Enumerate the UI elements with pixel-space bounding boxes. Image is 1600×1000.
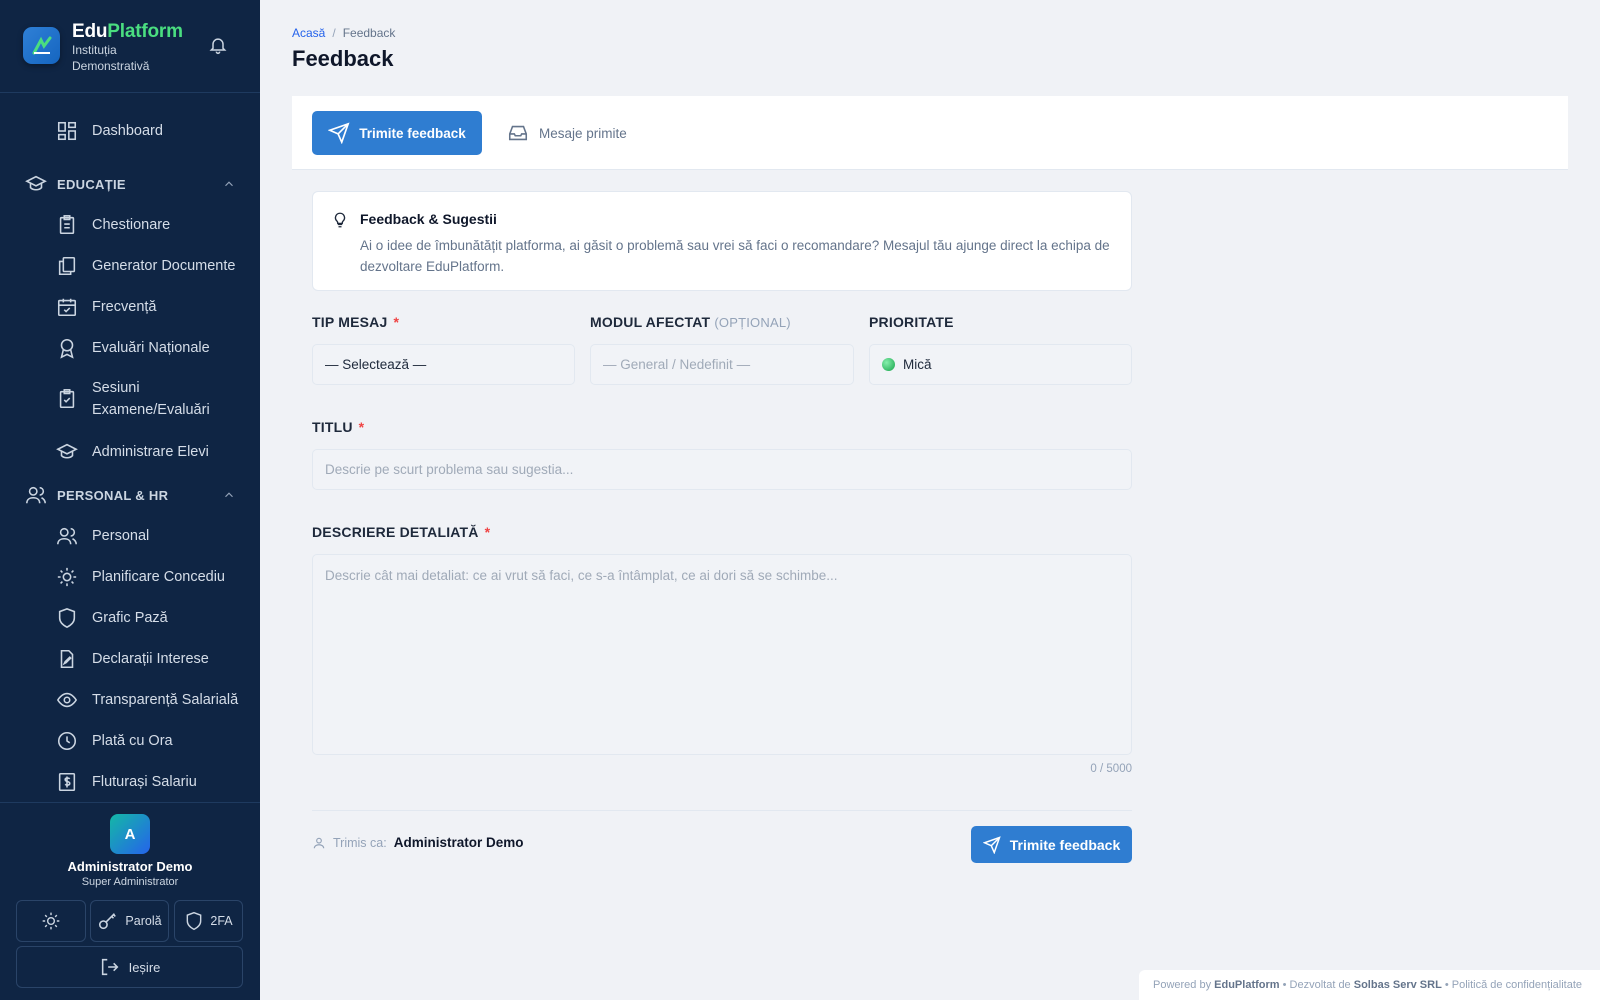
breadcrumb-separator: / <box>332 26 336 40</box>
lightbulb-icon <box>334 212 346 228</box>
breadcrumb: Acasă / Feedback <box>292 26 395 40</box>
chevron-up-icon <box>225 181 233 187</box>
two-factor-button[interactable]: 2FA <box>174 900 243 942</box>
divider <box>312 810 1132 811</box>
institution-name: Instituția Demonstrativă <box>72 43 150 73</box>
title-label: TITLU * <box>312 419 365 435</box>
logout-icon <box>101 958 119 976</box>
sidebar-section-educatie[interactable]: EDUCAȚIE <box>24 172 236 196</box>
tab-send-feedback[interactable]: Trimite feedback <box>312 111 482 155</box>
module-label: MODUL AFECTAT (OPȚIONAL) <box>590 314 791 330</box>
sun-icon <box>55 565 79 589</box>
sender-name: Administrator Demo <box>393 835 524 850</box>
shield-icon <box>187 911 202 931</box>
title-input[interactable]: Descrie pe scurt problema sau sugestia..… <box>312 449 1132 490</box>
description-label: DESCRIERE DETALIATĂ * <box>312 524 491 540</box>
eye-icon <box>55 688 79 712</box>
info-card: Feedback & Sugestii Ai o idee de îmbunăt… <box>312 191 1132 291</box>
tab-inbox[interactable]: Mesaje primite <box>506 111 627 155</box>
sidebar-item-fluturasi-salariu[interactable]: Fluturași Salariu <box>55 770 197 794</box>
send-icon <box>982 835 1001 854</box>
module-select[interactable]: — General / Nedefinit — <box>590 344 854 385</box>
clipboard-list-icon <box>55 213 79 237</box>
shield-icon <box>55 606 79 630</box>
breadcrumb-current: Feedback <box>342 26 396 40</box>
documents-icon <box>55 254 79 278</box>
priority-select[interactable]: Mică <box>869 344 1132 385</box>
logo-icon <box>23 27 60 64</box>
bell-icon[interactable] <box>208 35 228 55</box>
chevron-up-icon <box>225 492 233 498</box>
sidebar-item-plata-cu-ora[interactable]: Plată cu Ora <box>55 729 173 753</box>
clock-icon <box>55 729 79 753</box>
sidebar-section-personal-hr[interactable]: PERSONAL & HR <box>24 483 236 507</box>
sidebar-item-transparenta-salariala[interactable]: Transparență Salarială <box>55 688 238 712</box>
description-textarea[interactable]: Descrie cât mai detaliat: ce ai vrut să … <box>312 554 1132 755</box>
sidebar-item-personal[interactable]: Personal <box>55 524 149 548</box>
sent-as: Trimis ca: Administrator Demo <box>312 835 523 850</box>
users-icon <box>24 483 48 507</box>
message-type-label: TIP MESAJ * <box>312 314 400 330</box>
privacy-link[interactable]: • Politică de confidențialitate <box>1445 979 1582 991</box>
priority-label: PRIORITATE <box>869 314 954 330</box>
sidebar-item-dashboard[interactable]: Dashboard <box>55 119 163 143</box>
calendar-check-icon <box>55 295 79 319</box>
change-password-button[interactable]: Parolă <box>90 900 169 942</box>
dashboard-icon <box>55 119 79 143</box>
message-type-select[interactable]: — Selectează — <box>312 344 575 385</box>
logout-button[interactable]: Ieșire <box>16 946 243 988</box>
submit-feedback-button[interactable]: Trimite feedback <box>971 826 1132 863</box>
user-role: Super Administrator <box>81 876 179 888</box>
key-icon <box>99 913 117 930</box>
sidebar-item-grafic-paza[interactable]: Grafic Pază <box>55 606 168 630</box>
character-counter: 0 / 5000 <box>1090 763 1132 775</box>
brand-name: EduPlatform <box>72 21 183 42</box>
sidebar: EduPlatform Instituția Demonstrativă Das… <box>0 0 260 1000</box>
theme-toggle-button[interactable] <box>16 900 86 942</box>
sidebar-item-generator-documente[interactable]: Generator Documente <box>55 254 235 278</box>
graduation-cap-icon <box>55 440 79 464</box>
breadcrumb-home-link[interactable]: Acasă <box>292 26 325 40</box>
tab-bar: Trimite feedback Mesaje primite <box>292 96 1568 170</box>
info-text: Ai o idee de îmbunătățit platforma, ai g… <box>360 238 1110 274</box>
footer-company-link[interactable]: Solbas Serv SRL <box>1354 979 1442 991</box>
receipt-dollar-icon <box>55 770 79 794</box>
users-icon <box>55 524 79 548</box>
priority-dot-icon <box>882 358 895 371</box>
sidebar-item-administrare-elevi[interactable]: Administrare Elevi <box>55 440 209 464</box>
sidebar-item-evaluari-nationale[interactable]: Evaluări Naționale <box>55 336 210 360</box>
file-edit-icon <box>55 647 79 671</box>
sidebar-item-planificare-concediu[interactable]: Planificare Concediu <box>55 565 225 589</box>
clipboard-check-icon <box>55 387 79 411</box>
info-title: Feedback & Sugestii <box>360 211 497 227</box>
sidebar-item-label: Dashboard <box>92 123 163 139</box>
inbox-icon <box>508 125 528 141</box>
sidebar-item-chestionare[interactable]: Chestionare <box>55 213 170 237</box>
send-icon <box>328 122 350 144</box>
brand-header: EduPlatform Instituția Demonstrativă <box>0 0 260 93</box>
award-icon <box>55 336 79 360</box>
sidebar-item-frecventa[interactable]: Frecvență <box>55 295 156 319</box>
sidebar-item-sesiuni-examene[interactable]: Sesiuni Examene/Evaluări <box>55 377 235 421</box>
graduation-cap-icon <box>24 172 48 196</box>
sidebar-item-declaratii-interese[interactable]: Declarații Interese <box>55 647 209 671</box>
user-name: Administrator Demo <box>67 859 193 874</box>
sun-icon <box>42 912 60 930</box>
avatar[interactable]: A <box>110 814 150 854</box>
user-icon <box>313 837 325 848</box>
footer: Powered by EduPlatform • Dezvoltat de So… <box>1139 970 1600 1000</box>
page-title: Feedback <box>292 46 394 71</box>
footer-brand-link[interactable]: EduPlatform <box>1214 979 1279 991</box>
